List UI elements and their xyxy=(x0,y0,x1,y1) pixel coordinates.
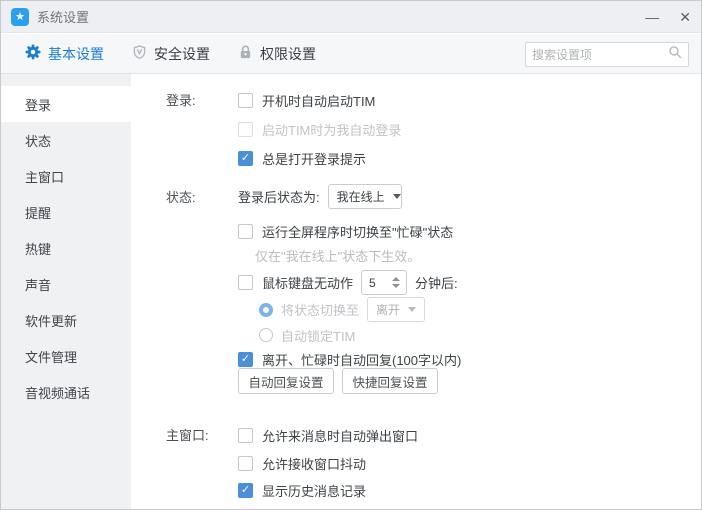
chevron-down-icon xyxy=(393,194,401,199)
checkbox-row-fullscreen-busy[interactable]: 运行全屏程序时切换至"忙碌"状态 xyxy=(238,221,453,241)
checkbox-label: 在任务栏通知区域显示TIM图标 xyxy=(262,507,440,510)
titlebar: ★ 系统设置 — ✕ xyxy=(1,1,701,33)
checkbox xyxy=(238,122,253,137)
idle-suffix-label: 分钟后: xyxy=(415,273,458,292)
dropdown-value: 我在线上 xyxy=(337,188,385,205)
search-icon xyxy=(668,45,682,64)
tab-basic-settings[interactable]: 基本设置 xyxy=(25,44,104,64)
settings-sidebar: 登录 状态 主窗口 提醒 热键 声音 软件更新 文件管理 音视频通话 xyxy=(1,74,131,509)
checkbox[interactable] xyxy=(238,275,253,290)
checkbox-label: 启动TIM时为我自动登录 xyxy=(262,120,401,139)
arrow-down-icon[interactable] xyxy=(392,284,400,288)
checkbox-row-autostart-tim[interactable]: 开机时自动启动TIM xyxy=(238,90,375,110)
sidebar-item-status[interactable]: 状态 xyxy=(1,122,131,158)
tab-security-settings[interactable]: 安全设置 xyxy=(132,44,210,64)
window-title: 系统设置 xyxy=(37,7,89,26)
section-label-login: 登录: xyxy=(166,90,196,109)
stepper-value: 5 xyxy=(362,276,392,290)
tabbar: 基本设置 安全设置 权限设置 xyxy=(1,34,701,74)
section-label-status: 状态: xyxy=(166,187,196,206)
sidebar-item-main-window[interactable]: 主窗口 xyxy=(1,158,131,194)
radio-row-switch-status: 将状态切换至 离开 xyxy=(259,297,425,322)
idle-prefix-label: 鼠标键盘无动作 xyxy=(262,273,353,292)
checkbox[interactable] xyxy=(238,483,253,498)
checkbox-label: 允许来消息时自动弹出窗口 xyxy=(262,426,418,445)
radio-row-lock-tim: 自动锁定TIM xyxy=(259,325,355,345)
settings-window: ★ 系统设置 — ✕ 基本设置 xyxy=(0,0,702,510)
quick-reply-settings-button[interactable]: 快捷回复设置 xyxy=(342,368,438,394)
minimize-button[interactable]: — xyxy=(645,10,659,24)
tab-label: 安全设置 xyxy=(154,44,210,64)
checkbox[interactable] xyxy=(238,151,253,166)
checkbox-row-window-shake[interactable]: 允许接收窗口抖动 xyxy=(238,453,366,473)
chevron-down-icon xyxy=(408,307,416,312)
after-login-status-row: 登录后状态为: 我在线上 xyxy=(238,184,402,209)
checkbox-row-tray-icon[interactable]: 在任务栏通知区域显示TIM图标 xyxy=(238,506,440,510)
checkbox-label: 运行全屏程序时切换至"忙碌"状态 xyxy=(262,222,453,241)
online-status-dropdown[interactable]: 我在线上 xyxy=(328,184,402,209)
sidebar-item-file-management[interactable]: 文件管理 xyxy=(1,338,131,374)
settings-search-box[interactable] xyxy=(525,42,689,67)
radio-label: 将状态切换至 xyxy=(281,300,359,319)
checkbox-row-login-prompt[interactable]: 总是打开登录提示 xyxy=(238,148,366,168)
fullscreen-busy-note: 仅在"我在线上"状态下生效。 xyxy=(255,246,420,265)
checkbox-label: 离开、忙碌时自动回复(100字以内) xyxy=(262,350,461,369)
lock-icon xyxy=(238,44,253,63)
arrow-up-icon[interactable] xyxy=(392,277,400,281)
window-controls: — ✕ xyxy=(645,10,691,24)
stepper-arrows[interactable] xyxy=(392,277,406,288)
checkbox[interactable] xyxy=(238,352,253,367)
radio-button xyxy=(259,303,273,317)
auto-reply-settings-button[interactable]: 自动回复设置 xyxy=(238,368,334,394)
settings-content: 登录: 开机时自动启动TIM 启动TIM时为我自动登录 总是打开登录提示 状态:… xyxy=(131,74,701,509)
dropdown-value: 离开 xyxy=(376,301,400,318)
reply-buttons-row: 自动回复设置 快捷回复设置 xyxy=(238,368,438,394)
sidebar-item-software-update[interactable]: 软件更新 xyxy=(1,302,131,338)
checkbox[interactable] xyxy=(238,428,253,443)
tim-logo-icon: ★ xyxy=(11,8,29,26)
idle-minutes-stepper[interactable]: 5 xyxy=(361,270,407,295)
checkbox-label: 允许接收窗口抖动 xyxy=(262,454,366,473)
tab-label: 权限设置 xyxy=(260,44,316,64)
sidebar-item-sound[interactable]: 声音 xyxy=(1,266,131,302)
sidebar-item-hotkey[interactable]: 热键 xyxy=(1,230,131,266)
radio-label: 自动锁定TIM xyxy=(281,326,355,345)
checkbox[interactable] xyxy=(238,456,253,471)
checkbox-label: 开机时自动启动TIM xyxy=(262,91,375,110)
tab-label: 基本设置 xyxy=(48,44,104,64)
checkbox-row-history-log[interactable]: 显示历史消息记录 xyxy=(238,480,366,500)
tab-permission-settings[interactable]: 权限设置 xyxy=(238,44,316,64)
checkbox[interactable] xyxy=(238,224,253,239)
radio-button xyxy=(259,328,273,342)
after-login-status-label: 登录后状态为: xyxy=(238,187,320,206)
away-status-dropdown: 离开 xyxy=(367,297,425,322)
checkbox-row-auto-reply[interactable]: 离开、忙碌时自动回复(100字以内) xyxy=(238,349,461,369)
gear-icon xyxy=(25,44,41,63)
checkbox-label: 显示历史消息记录 xyxy=(262,481,366,500)
section-label-main-window: 主窗口: xyxy=(166,425,209,444)
checkbox[interactable] xyxy=(238,93,253,108)
checkbox-row-popup-on-message[interactable]: 允许来消息时自动弹出窗口 xyxy=(238,425,418,445)
checkbox-row-idle-action[interactable]: 鼠标键盘无动作 5 分钟后: xyxy=(238,270,458,295)
shield-icon xyxy=(132,44,147,63)
close-button[interactable]: ✕ xyxy=(679,10,691,24)
sidebar-item-av-call[interactable]: 音视频通话 xyxy=(1,374,131,410)
search-input[interactable] xyxy=(532,48,668,62)
sidebar-item-reminder[interactable]: 提醒 xyxy=(1,194,131,230)
checkbox-row-auto-login: 启动TIM时为我自动登录 xyxy=(238,119,401,139)
checkbox-label: 总是打开登录提示 xyxy=(262,149,366,168)
sidebar-item-login[interactable]: 登录 xyxy=(1,86,131,122)
